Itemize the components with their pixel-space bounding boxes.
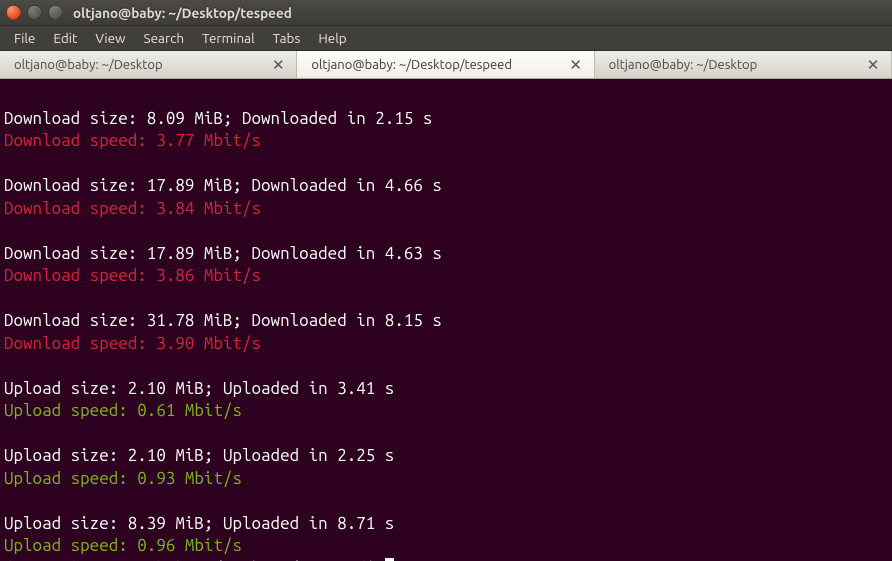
tab-bar: oltjano@baby: ~/Desktop ✕ oltjano@baby: … — [0, 51, 892, 79]
download-speed-3: Download speed: 3.90 Mbit/s — [4, 334, 261, 353]
download-info-3: Download size: 31.78 MiB; Downloaded in … — [4, 311, 442, 330]
close-icon[interactable]: ✕ — [865, 57, 881, 73]
menu-search[interactable]: Search — [136, 28, 193, 48]
minimize-icon[interactable] — [27, 5, 42, 20]
download-speed-1: Download speed: 3.84 Mbit/s — [4, 199, 261, 218]
tab-2[interactable]: oltjano@baby: ~/Desktop ✕ — [595, 51, 892, 78]
terminal-output[interactable]: Download size: 8.09 MiB; Downloaded in 2… — [0, 79, 892, 561]
close-icon[interactable]: ✕ — [568, 57, 584, 73]
upload-speed-0: Upload speed: 0.61 Mbit/s — [4, 401, 242, 420]
tab-1[interactable]: oltjano@baby: ~/Desktop/tespeed ✕ — [297, 51, 594, 78]
menu-terminal[interactable]: Terminal — [194, 28, 263, 48]
upload-speed-2: Upload speed: 0.96 Mbit/s — [4, 536, 242, 555]
tab-2-label: oltjano@baby: ~/Desktop — [609, 58, 857, 72]
window-controls — [6, 5, 63, 20]
download-info-2: Download size: 17.89 MiB; Downloaded in … — [4, 244, 442, 263]
download-speed-0: Download speed: 3.77 Mbit/s — [4, 131, 261, 150]
upload-info-0: Upload size: 2.10 MiB; Uploaded in 3.41 … — [4, 379, 394, 398]
window-titlebar: oltjano@baby: ~/Desktop/tespeed — [0, 0, 892, 26]
download-info-0: Download size: 8.09 MiB; Downloaded in 2… — [4, 109, 432, 128]
menu-file[interactable]: File — [6, 28, 43, 48]
menu-view[interactable]: View — [87, 28, 133, 48]
tab-0-label: oltjano@baby: ~/Desktop — [14, 58, 262, 72]
menu-help[interactable]: Help — [310, 28, 354, 48]
menu-edit[interactable]: Edit — [45, 28, 85, 48]
close-icon[interactable]: ✕ — [270, 57, 286, 73]
tab-1-label: oltjano@baby: ~/Desktop/tespeed — [311, 58, 559, 72]
window-title: oltjano@baby: ~/Desktop/tespeed — [73, 5, 292, 21]
upload-info-1: Upload size: 2.10 MiB; Uploaded in 2.25 … — [4, 446, 394, 465]
upload-info-2: Upload size: 8.39 MiB; Uploaded in 8.71 … — [4, 514, 394, 533]
menu-tabs[interactable]: Tabs — [265, 28, 309, 48]
cursor-icon — [385, 558, 394, 561]
upload-speed-1: Upload speed: 0.93 Mbit/s — [4, 469, 242, 488]
download-speed-2: Download speed: 3.86 Mbit/s — [4, 266, 261, 285]
tab-0[interactable]: oltjano@baby: ~/Desktop ✕ — [0, 51, 297, 78]
close-icon[interactable] — [6, 5, 21, 20]
maximize-icon[interactable] — [48, 5, 63, 20]
download-info-1: Download size: 17.89 MiB; Downloaded in … — [4, 176, 442, 195]
menu-bar: File Edit View Search Terminal Tabs Help — [0, 26, 892, 51]
